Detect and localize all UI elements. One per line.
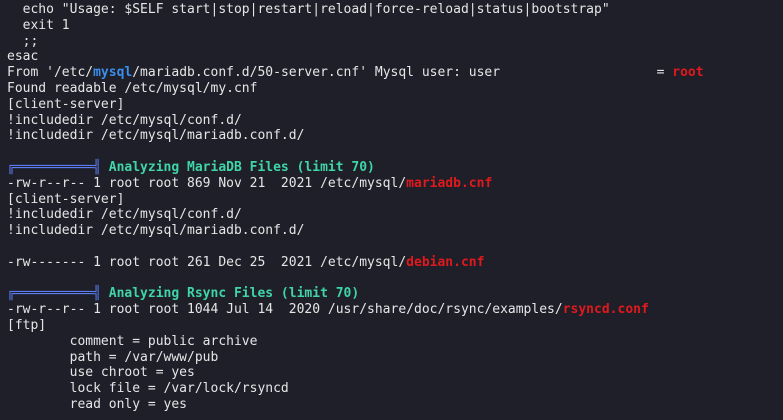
terminal-text: [client-server] bbox=[7, 191, 125, 207]
terminal-line: From '/etc/mysql/mariadb.conf.d/50-serve… bbox=[7, 65, 783, 81]
terminal-text: comment = public archive bbox=[7, 333, 258, 349]
terminal-line: [client-server] bbox=[7, 97, 783, 113]
terminal-line: !includedir /etc/mysql/mariadb.conf.d/ bbox=[7, 223, 783, 239]
terminal-text: !includedir /etc/mysql/conf.d/ bbox=[7, 112, 242, 128]
section-frame: ╔══════════╣ bbox=[7, 286, 109, 302]
section-title: Analyzing Rsync Files (limit 70) bbox=[108, 286, 360, 302]
terminal-text: [client-server] bbox=[7, 96, 125, 112]
terminal-text: -rw-r--r-- 1 root root 1044 Jul 14 2020 … bbox=[7, 302, 563, 318]
terminal-line: Found readable /etc/mysql/my.cnf bbox=[7, 81, 783, 97]
terminal-line: comment = public archive bbox=[7, 334, 783, 350]
terminal-line: path = /var/www/pub bbox=[7, 350, 783, 366]
terminal-line: ╔══════════╣ Analyzing MariaDB Files (li… bbox=[7, 160, 783, 176]
terminal-line: -rw-r--r-- 1 root root 869 Nov 21 2021 /… bbox=[7, 176, 783, 192]
terminal-text: Found readable /etc/mysql/my.cnf bbox=[7, 80, 258, 96]
terminal-line: use chroot = yes bbox=[7, 365, 783, 381]
highlighted-finding: mariadb.cnf bbox=[406, 175, 493, 191]
terminal-line: ╔══════════╣ Analyzing Rsync Files (limi… bbox=[7, 286, 783, 302]
terminal-output[interactable]: echo "Usage: $SELF start|stop|restart|re… bbox=[0, 0, 783, 420]
terminal-text: [ftp] bbox=[7, 317, 47, 333]
terminal-line: !includedir /etc/mysql/conf.d/ bbox=[7, 207, 783, 223]
terminal-line: -rw-r--r-- 1 root root 1044 Jul 14 2020 … bbox=[7, 302, 783, 318]
terminal-line: read only = yes bbox=[7, 397, 783, 413]
highlighted-finding: debian.cnf bbox=[406, 254, 485, 270]
terminal-line: [ftp] bbox=[7, 318, 783, 334]
terminal-text: From '/etc/ bbox=[7, 65, 94, 81]
highlighted-keyword: mysql bbox=[93, 65, 133, 81]
terminal-line: !includedir /etc/mysql/conf.d/ bbox=[7, 113, 783, 129]
terminal-text: !includedir /etc/mysql/mariadb.conf.d/ bbox=[7, 223, 305, 239]
terminal-line: lock file = /var/lock/rsyncd bbox=[7, 381, 783, 397]
terminal-text: !includedir /etc/mysql/mariadb.conf.d/ bbox=[7, 128, 305, 144]
terminal-line: exit 1 bbox=[7, 18, 783, 34]
terminal-text: !includedir /etc/mysql/conf.d/ bbox=[7, 207, 242, 223]
terminal-text: /mariadb.conf.d/50-server.cnf' Mysql use… bbox=[132, 65, 673, 81]
highlighted-finding: rsyncd.conf bbox=[562, 302, 649, 318]
terminal-line: !includedir /etc/mysql/mariadb.conf.d/ bbox=[7, 128, 783, 144]
terminal-text: -rw-r--r-- 1 root root 869 Nov 21 2021 /… bbox=[7, 175, 407, 191]
section-title: Analyzing MariaDB Files (limit 70) bbox=[108, 159, 375, 175]
terminal-text: path = /var/www/pub bbox=[7, 349, 219, 365]
terminal-text: lock file = /var/lock/rsyncd bbox=[7, 381, 289, 397]
terminal-line: echo "Usage: $SELF start|stop|restart|re… bbox=[7, 2, 783, 18]
terminal-line: -rw------- 1 root root 261 Dec 25 2021 /… bbox=[7, 255, 783, 271]
terminal-line: esac bbox=[7, 49, 783, 65]
terminal-text: use chroot = yes bbox=[7, 365, 195, 381]
highlighted-finding: root bbox=[672, 65, 704, 81]
terminal-text: echo "Usage: $SELF start|stop|restart|re… bbox=[7, 2, 610, 17]
terminal-text: exit 1 bbox=[7, 17, 70, 33]
section-frame: ╔══════════╣ bbox=[7, 159, 109, 175]
terminal-text: -rw------- 1 root root 261 Dec 25 2021 /… bbox=[7, 254, 407, 270]
terminal-line: ;; bbox=[7, 34, 783, 50]
terminal-text: ;; bbox=[7, 33, 39, 49]
terminal-line: [client-server] bbox=[7, 192, 783, 208]
terminal-text: read only = yes bbox=[7, 396, 188, 412]
terminal-text: esac bbox=[7, 49, 39, 65]
